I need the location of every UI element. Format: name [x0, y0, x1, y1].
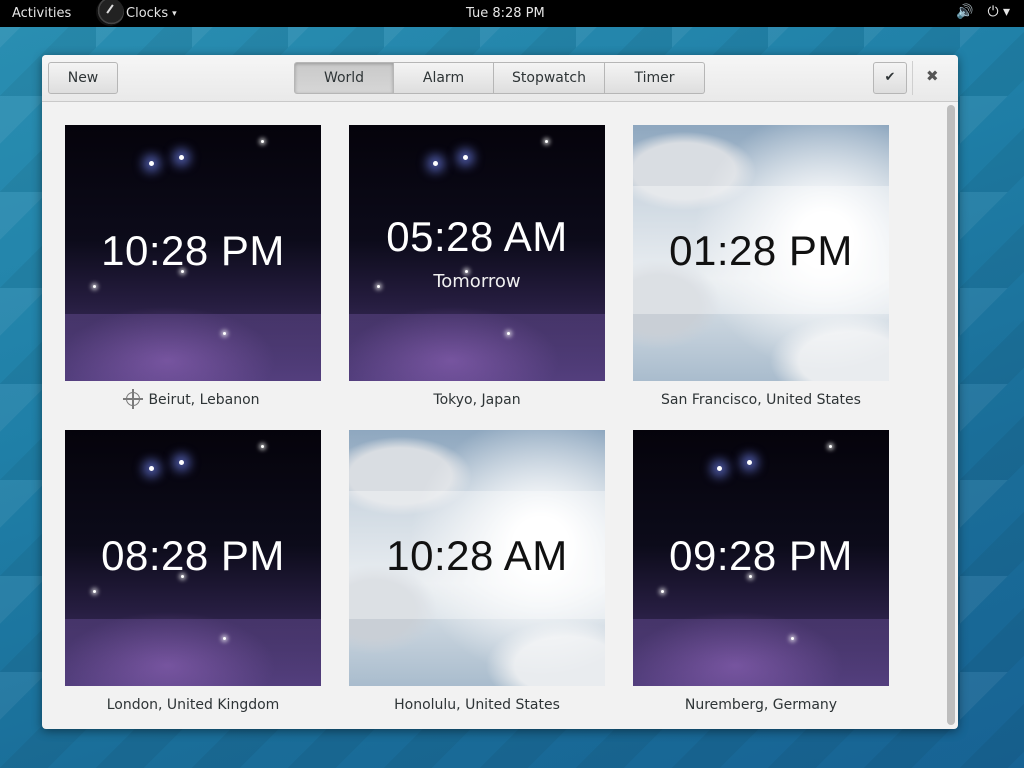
clock-time: 05:28 AM [386, 213, 568, 260]
clock-card-honolulu[interactable]: 10:28 AM [349, 430, 605, 686]
clock-card-london[interactable]: 08:28 PM [65, 430, 321, 686]
clock-city: Honolulu, United States [394, 697, 560, 713]
star-decoration [261, 445, 264, 448]
card-band [65, 314, 321, 381]
clock-time: 09:28 PM [669, 532, 853, 579]
tab-world[interactable]: World [294, 62, 394, 94]
app-menu-label: Clocks [126, 6, 169, 21]
clocks-app-icon [96, 0, 124, 26]
clock-city: San Francisco, United States [661, 392, 861, 408]
header-separator [912, 61, 913, 95]
clock-city-label: Beirut, Lebanon [65, 389, 321, 409]
card-band [633, 619, 889, 686]
clock-time: 10:28 PM [101, 227, 285, 274]
star-decoration [261, 140, 264, 143]
select-mode-button[interactable]: ✔ [873, 62, 907, 94]
new-button[interactable]: New [48, 62, 118, 94]
star-decoration [179, 460, 184, 465]
world-clocks-grid: 10:28 PM Beirut, Lebanon 05:28 AM Tomorr… [42, 102, 958, 729]
vertical-scrollbar[interactable] [947, 105, 955, 725]
star-decoration [829, 445, 832, 448]
system-clock[interactable]: Tue 8:28 PM [466, 6, 545, 21]
star-decoration [223, 637, 226, 640]
clock-card-san-francisco[interactable]: 01:28 PM [633, 125, 889, 381]
volume-icon[interactable]: 🔊 [956, 4, 973, 20]
chevron-down-icon: ▾ [172, 8, 177, 19]
star-decoration [463, 155, 468, 160]
clock-card-nuremberg[interactable]: 09:28 PM [633, 430, 889, 686]
star-decoration [545, 140, 548, 143]
tab-stopwatch[interactable]: Stopwatch [494, 62, 605, 94]
clock-card-tokyo[interactable]: 05:28 AM Tomorrow [349, 125, 605, 381]
star-decoration [747, 460, 752, 465]
clock-city: London, United Kingdom [106, 697, 280, 713]
clock-card-beirut[interactable]: 10:28 PM [65, 125, 321, 381]
clock-city: Tokyo, Japan [433, 392, 521, 408]
card-band [349, 314, 605, 381]
clock-city: Beirut, Lebanon [148, 392, 260, 408]
star-decoration [223, 332, 226, 335]
tab-timer[interactable]: Timer [605, 62, 705, 94]
card-band [65, 619, 321, 686]
location-icon [123, 389, 144, 409]
status-area[interactable]: 🔊 ⏻ ▾ [956, 4, 1010, 20]
app-menu[interactable]: Clocks ▾ [96, 0, 177, 27]
star-decoration [93, 285, 96, 288]
star-decoration [93, 590, 96, 593]
tab-alarm[interactable]: Alarm [394, 62, 494, 94]
clock-time: 01:28 PM [669, 227, 853, 274]
clocks-window: New World Alarm Stopwatch Timer ✔ ✖ 10:2… [42, 55, 958, 729]
top-bar: Activities Clocks ▾ Tue 8:28 PM 🔊 ⏻ ▾ [0, 0, 1024, 27]
close-icon[interactable]: ✖ [926, 67, 939, 85]
star-decoration [149, 161, 154, 166]
star-decoration [149, 466, 154, 471]
view-switcher: World Alarm Stopwatch Timer [294, 62, 705, 94]
clock-time: 10:28 AM [386, 532, 568, 579]
power-icon[interactable]: ⏻ ▾ [987, 4, 1010, 20]
clock-time: 08:28 PM [101, 532, 285, 579]
activities-button[interactable]: Activities [12, 6, 71, 21]
star-decoration [433, 161, 438, 166]
star-decoration [661, 590, 664, 593]
header-bar: New World Alarm Stopwatch Timer ✔ ✖ [42, 55, 958, 102]
star-decoration [791, 637, 794, 640]
star-decoration [507, 332, 510, 335]
clock-day: Tomorrow [433, 271, 521, 292]
clock-city: Nuremberg, Germany [684, 697, 838, 713]
star-decoration [179, 155, 184, 160]
star-decoration [717, 466, 722, 471]
